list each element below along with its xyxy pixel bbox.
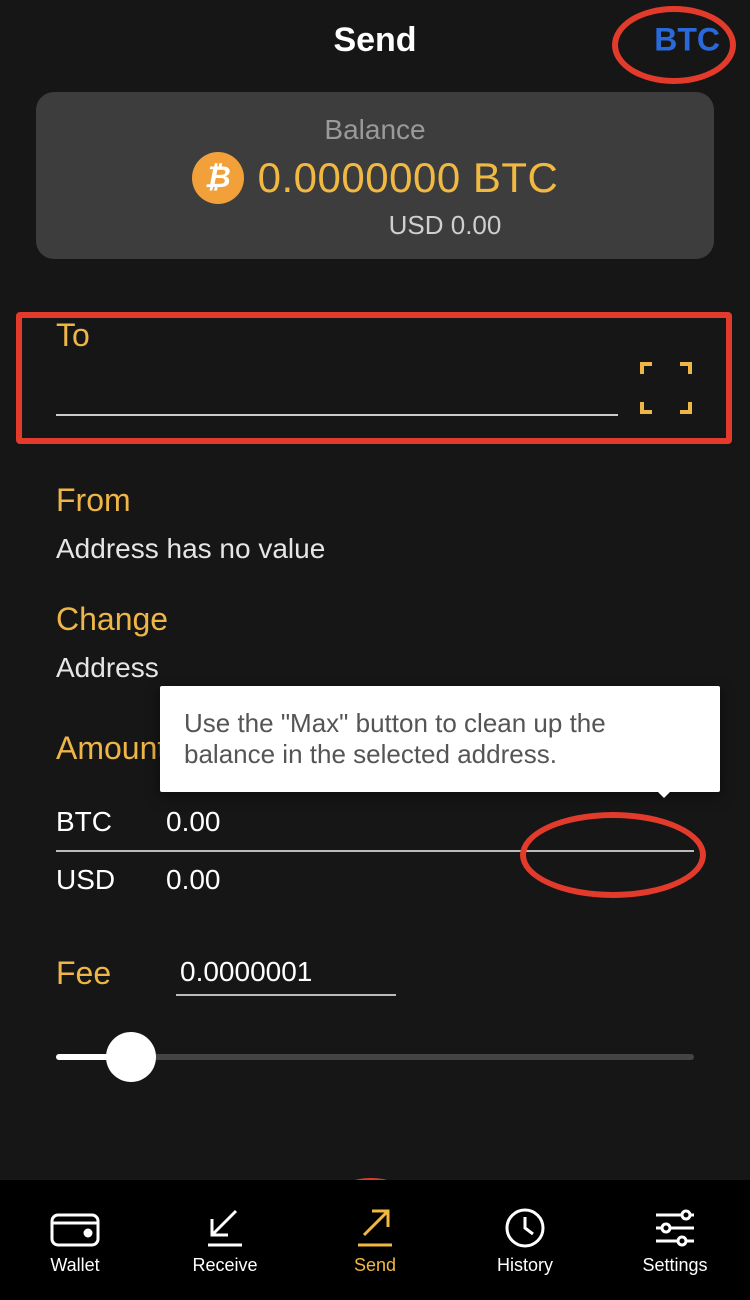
from-address-text[interactable]: Address has no value <box>56 533 694 565</box>
balance-label: Balance <box>324 114 425 146</box>
amount-currency-btc: BTC <box>56 806 166 838</box>
max-tooltip: Use the "Max" button to clean up the bal… <box>160 686 720 792</box>
qr-scan-icon[interactable] <box>638 360 694 416</box>
header: Send BTC <box>0 0 750 80</box>
bitcoin-icon: ₿ <box>192 152 244 204</box>
tab-label-receive: Receive <box>192 1255 257 1276</box>
receive-icon <box>198 1205 252 1251</box>
fee-label: Fee <box>56 955 146 992</box>
amount-row-usd: USD <box>56 852 694 908</box>
tab-label-send: Send <box>354 1255 396 1276</box>
balance-fiat: USD 0.00 <box>249 210 502 241</box>
tab-label-history: History <box>497 1255 553 1276</box>
tab-label-settings: Settings <box>642 1255 707 1276</box>
tab-bar: Wallet Receive Send History Settings <box>0 1180 750 1300</box>
to-address-input[interactable] <box>56 374 618 416</box>
send-icon <box>348 1205 402 1251</box>
to-label: To <box>56 317 694 354</box>
from-label: From <box>56 482 694 519</box>
tab-label-wallet: Wallet <box>50 1255 99 1276</box>
balance-amount: 0.0000000 BTC <box>258 154 559 202</box>
tab-send[interactable]: Send <box>300 1180 450 1300</box>
wallet-icon <box>48 1205 102 1251</box>
fee-slider[interactable] <box>56 1032 694 1082</box>
settings-icon <box>648 1205 702 1251</box>
change-section: Change Address <box>56 601 694 684</box>
amount-row-btc: BTC <box>56 794 694 852</box>
history-icon <box>498 1205 552 1251</box>
page-title: Send <box>333 21 416 60</box>
tab-receive[interactable]: Receive <box>150 1180 300 1300</box>
send-screen: Send BTC Balance ₿ 0.0000000 BTC USD 0.0… <box>0 0 750 1300</box>
amount-input-btc[interactable] <box>166 806 694 838</box>
currency-selector[interactable]: BTC <box>654 22 720 59</box>
change-address-text[interactable]: Address <box>56 652 694 684</box>
tab-settings[interactable]: Settings <box>600 1180 750 1300</box>
fee-input[interactable] <box>176 950 396 996</box>
change-label: Change <box>56 601 694 638</box>
to-section: To <box>24 299 726 446</box>
tab-wallet[interactable]: Wallet <box>0 1180 150 1300</box>
from-section: From Address has no value <box>56 482 694 565</box>
tab-history[interactable]: History <box>450 1180 600 1300</box>
amount-currency-usd: USD <box>56 864 166 896</box>
fee-section: Fee <box>56 950 694 996</box>
balance-card: Balance ₿ 0.0000000 BTC USD 0.00 <box>36 92 714 259</box>
slider-thumb[interactable] <box>106 1032 156 1082</box>
balance-row: ₿ 0.0000000 BTC <box>192 152 559 204</box>
amount-input-usd[interactable] <box>166 864 694 896</box>
